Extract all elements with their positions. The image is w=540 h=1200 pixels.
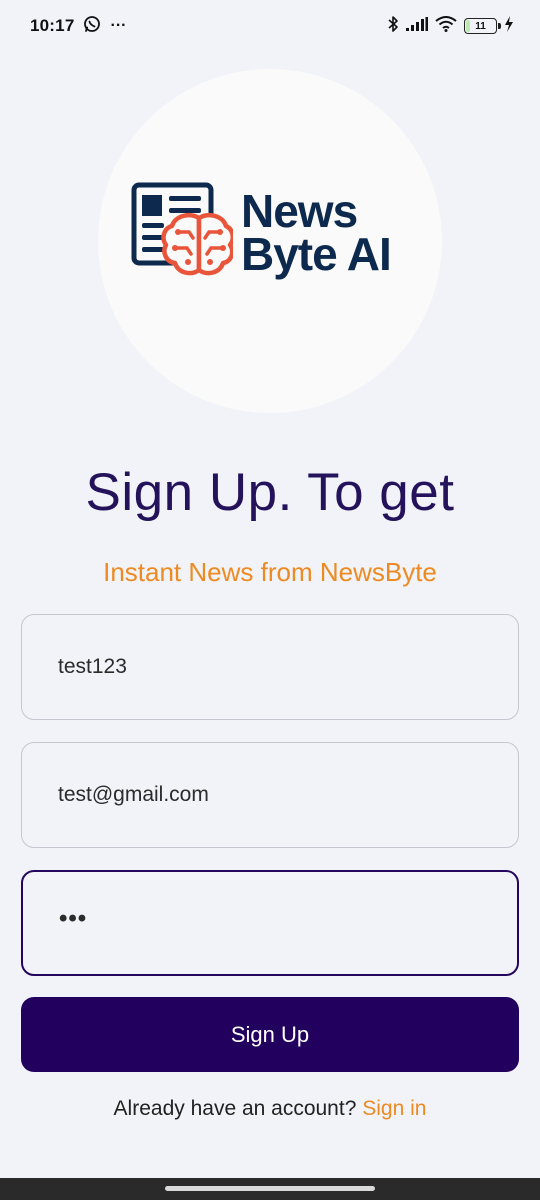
sign-up-button[interactable]: Sign Up	[21, 997, 519, 1072]
username-field[interactable]: test123	[21, 614, 519, 720]
email-value: test@gmail.com	[58, 783, 209, 806]
battery-icon: 11	[464, 18, 501, 34]
navigation-bar	[0, 1178, 540, 1200]
page-title: Sign Up. To get	[85, 463, 455, 522]
status-right: 11	[387, 15, 514, 38]
password-field[interactable]: •••	[21, 870, 519, 976]
logo-text: News Byte AI	[241, 185, 392, 280]
more-icon: ···	[110, 17, 127, 34]
charging-icon	[504, 15, 514, 37]
username-value: test123	[58, 655, 127, 678]
logo-line-2: Byte AI	[241, 228, 392, 280]
whatsapp-icon	[83, 15, 101, 38]
bluetooth-icon	[387, 15, 399, 38]
sign-in-prompt-text: Already have an account?	[113, 1097, 363, 1120]
home-indicator[interactable]	[165, 1186, 375, 1191]
password-value: •••	[59, 905, 88, 932]
page-subtitle: Instant News from NewsByte	[103, 557, 437, 587]
signal-icon	[406, 16, 428, 36]
status-time: 10:17	[30, 16, 75, 35]
sign-in-prompt: Already have an account? Sign in	[0, 1097, 540, 1121]
sign-in-link[interactable]: Sign in	[362, 1097, 426, 1120]
wifi-icon	[435, 15, 457, 37]
battery-level: 11	[475, 20, 486, 32]
status-bar: 10:17 ··· 11	[0, 0, 540, 52]
logo-line-1: News	[241, 185, 358, 237]
newspaper-brain-logo-icon	[131, 182, 236, 291]
email-field[interactable]: test@gmail.com	[21, 742, 519, 848]
status-left: 10:17 ···	[30, 15, 126, 38]
